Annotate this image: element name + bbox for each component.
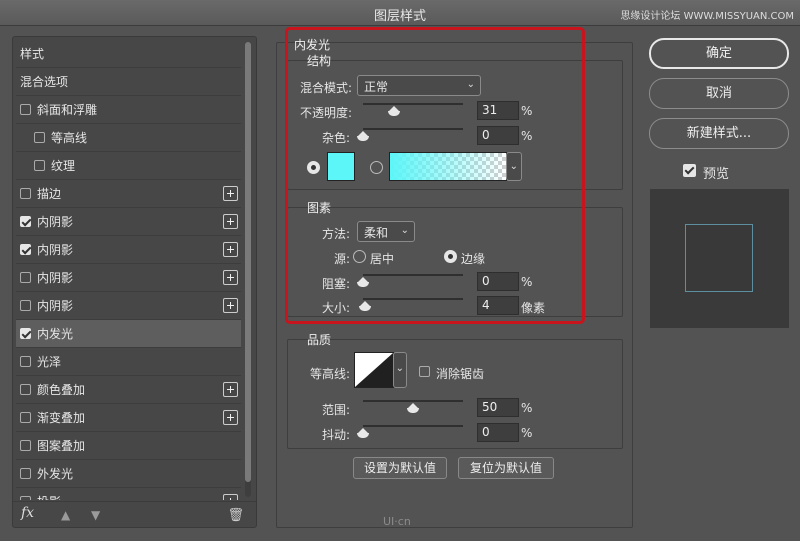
contour-preview[interactable] — [354, 352, 394, 388]
style-preview — [650, 189, 789, 328]
style-item-label: 斜面和浮雕 — [37, 103, 98, 117]
add-effect-icon[interactable] — [223, 270, 238, 285]
title-bar: 图层样式 思缘设计论坛 WWW.MISSYUAN.COM — [0, 0, 800, 26]
add-effect-icon[interactable] — [223, 382, 238, 397]
style-item-checkbox[interactable] — [20, 300, 31, 311]
style-item-label: 混合选项 — [20, 75, 69, 89]
scrollbar-thumb[interactable] — [245, 42, 251, 482]
style-item-label: 内阴影 — [37, 243, 74, 257]
style-item[interactable]: 图案叠加 — [16, 432, 241, 460]
style-item[interactable]: 内阴影 — [16, 208, 241, 236]
arrow-down-icon[interactable]: ▼ — [91, 508, 100, 522]
style-item[interactable]: 内发光 — [16, 320, 241, 348]
range-label: 范围: — [322, 403, 351, 417]
style-item-label: 内阴影 — [37, 215, 74, 229]
new-style-button[interactable]: 新建样式... — [649, 118, 789, 149]
style-item[interactable]: 光泽 — [16, 348, 241, 376]
style-item[interactable]: 内阴影 — [16, 236, 241, 264]
style-item-checkbox[interactable] — [20, 496, 31, 500]
style-list: 样式 混合选项 斜面和浮雕 等高线 纹理 描边 内阴影 内阴影 内阴影 内阴影 内发光 光泽 颜色叠加渐… — [16, 40, 241, 500]
style-item-checkbox[interactable] — [20, 328, 31, 339]
fx-icon[interactable]: fx — [21, 505, 34, 521]
trash-icon[interactable]: 🗑 — [227, 508, 244, 523]
style-item[interactable]: 样式 — [16, 40, 241, 68]
style-item-label: 样式 — [20, 47, 45, 61]
watermark: 思缘设计论坛 WWW.MISSYUAN.COM — [620, 11, 794, 22]
highlight-annotation — [285, 27, 585, 324]
jitter-slider[interactable] — [363, 425, 463, 427]
style-item[interactable]: 纹理 — [16, 152, 241, 180]
contour-label: 等高线: — [310, 367, 351, 381]
add-effect-icon[interactable] — [223, 242, 238, 257]
preview-square — [685, 224, 753, 292]
style-list-panel: 样式 混合选项 斜面和浮雕 等高线 纹理 描边 内阴影 内阴影 内阴影 内阴影 内发光 光泽 颜色叠加渐… — [12, 36, 257, 528]
style-item[interactable]: 外发光 — [16, 460, 241, 488]
style-item[interactable]: 混合选项 — [16, 68, 241, 96]
style-item-label: 等高线 — [51, 131, 88, 145]
style-item-label: 外发光 — [37, 467, 74, 481]
style-item[interactable]: 内阴影 — [16, 264, 241, 292]
add-effect-icon[interactable] — [223, 298, 238, 313]
jitter-field[interactable]: 0 — [477, 423, 519, 442]
style-item-label: 内发光 — [37, 327, 74, 341]
style-item-label: 颜色叠加 — [37, 383, 86, 397]
antialias-label: 消除锯齿 — [436, 367, 485, 381]
style-list-scrollbar[interactable] — [245, 42, 251, 497]
contour-dropdown[interactable]: ⌄ — [393, 352, 407, 388]
style-item-checkbox[interactable] — [34, 160, 45, 171]
style-item-checkbox[interactable] — [20, 468, 31, 479]
style-list-footer: fx ▲ ▼ 🗑 — [13, 501, 256, 527]
add-effect-icon[interactable] — [223, 410, 238, 425]
make-default-button[interactable]: 设置为默认值 — [353, 457, 447, 479]
style-item-checkbox[interactable] — [20, 384, 31, 395]
style-item-checkbox[interactable] — [20, 356, 31, 367]
style-item[interactable]: 渐变叠加 — [16, 404, 241, 432]
ok-button[interactable]: 确定 — [649, 38, 789, 69]
cancel-button[interactable]: 取消 — [649, 78, 789, 109]
antialias-checkbox[interactable] — [419, 366, 430, 377]
chevron-down-icon: ⌄ — [395, 363, 404, 374]
style-item-checkbox[interactable] — [20, 272, 31, 283]
style-item-label: 渐变叠加 — [37, 411, 86, 425]
style-item-label: 描边 — [37, 187, 62, 201]
style-item-checkbox[interactable] — [20, 440, 31, 451]
jitter-unit: % — [521, 426, 533, 440]
style-item-label: 内阴影 — [37, 271, 74, 285]
range-slider[interactable] — [363, 400, 463, 402]
style-item-checkbox[interactable] — [20, 188, 31, 199]
jitter-label: 抖动: — [322, 428, 351, 442]
add-effect-icon[interactable] — [223, 186, 238, 201]
style-item-label: 光泽 — [37, 355, 62, 369]
style-item-checkbox[interactable] — [34, 132, 45, 143]
style-item-label: 图案叠加 — [37, 439, 86, 453]
style-item-checkbox[interactable] — [20, 244, 31, 255]
style-item[interactable]: 描边 — [16, 180, 241, 208]
style-item[interactable]: 内阴影 — [16, 292, 241, 320]
ui-cn-logo: UI·cn — [383, 515, 411, 528]
style-item[interactable]: 投影 — [16, 488, 241, 500]
add-effect-icon[interactable] — [223, 214, 238, 229]
style-item[interactable]: 斜面和浮雕 — [16, 96, 241, 124]
style-item-label: 纹理 — [51, 159, 76, 173]
style-item-checkbox[interactable] — [20, 412, 31, 423]
range-slider-knob[interactable] — [407, 403, 419, 413]
preview-label: 预览 — [703, 167, 730, 182]
add-effect-icon[interactable] — [223, 494, 238, 500]
style-item-label: 投影 — [37, 493, 61, 500]
style-item[interactable]: 等高线 — [16, 124, 241, 152]
range-unit: % — [521, 401, 533, 415]
style-item-checkbox[interactable] — [20, 216, 31, 227]
style-item[interactable]: 颜色叠加 — [16, 376, 241, 404]
preview-checkbox[interactable] — [683, 164, 696, 177]
quality-title: 品质 — [307, 333, 332, 347]
arrow-up-icon[interactable]: ▲ — [61, 508, 70, 522]
jitter-slider-knob[interactable] — [357, 428, 369, 438]
style-item-checkbox[interactable] — [20, 104, 31, 115]
range-field[interactable]: 50 — [477, 398, 519, 417]
reset-default-button[interactable]: 复位为默认值 — [458, 457, 554, 479]
style-item-label: 内阴影 — [37, 299, 74, 313]
